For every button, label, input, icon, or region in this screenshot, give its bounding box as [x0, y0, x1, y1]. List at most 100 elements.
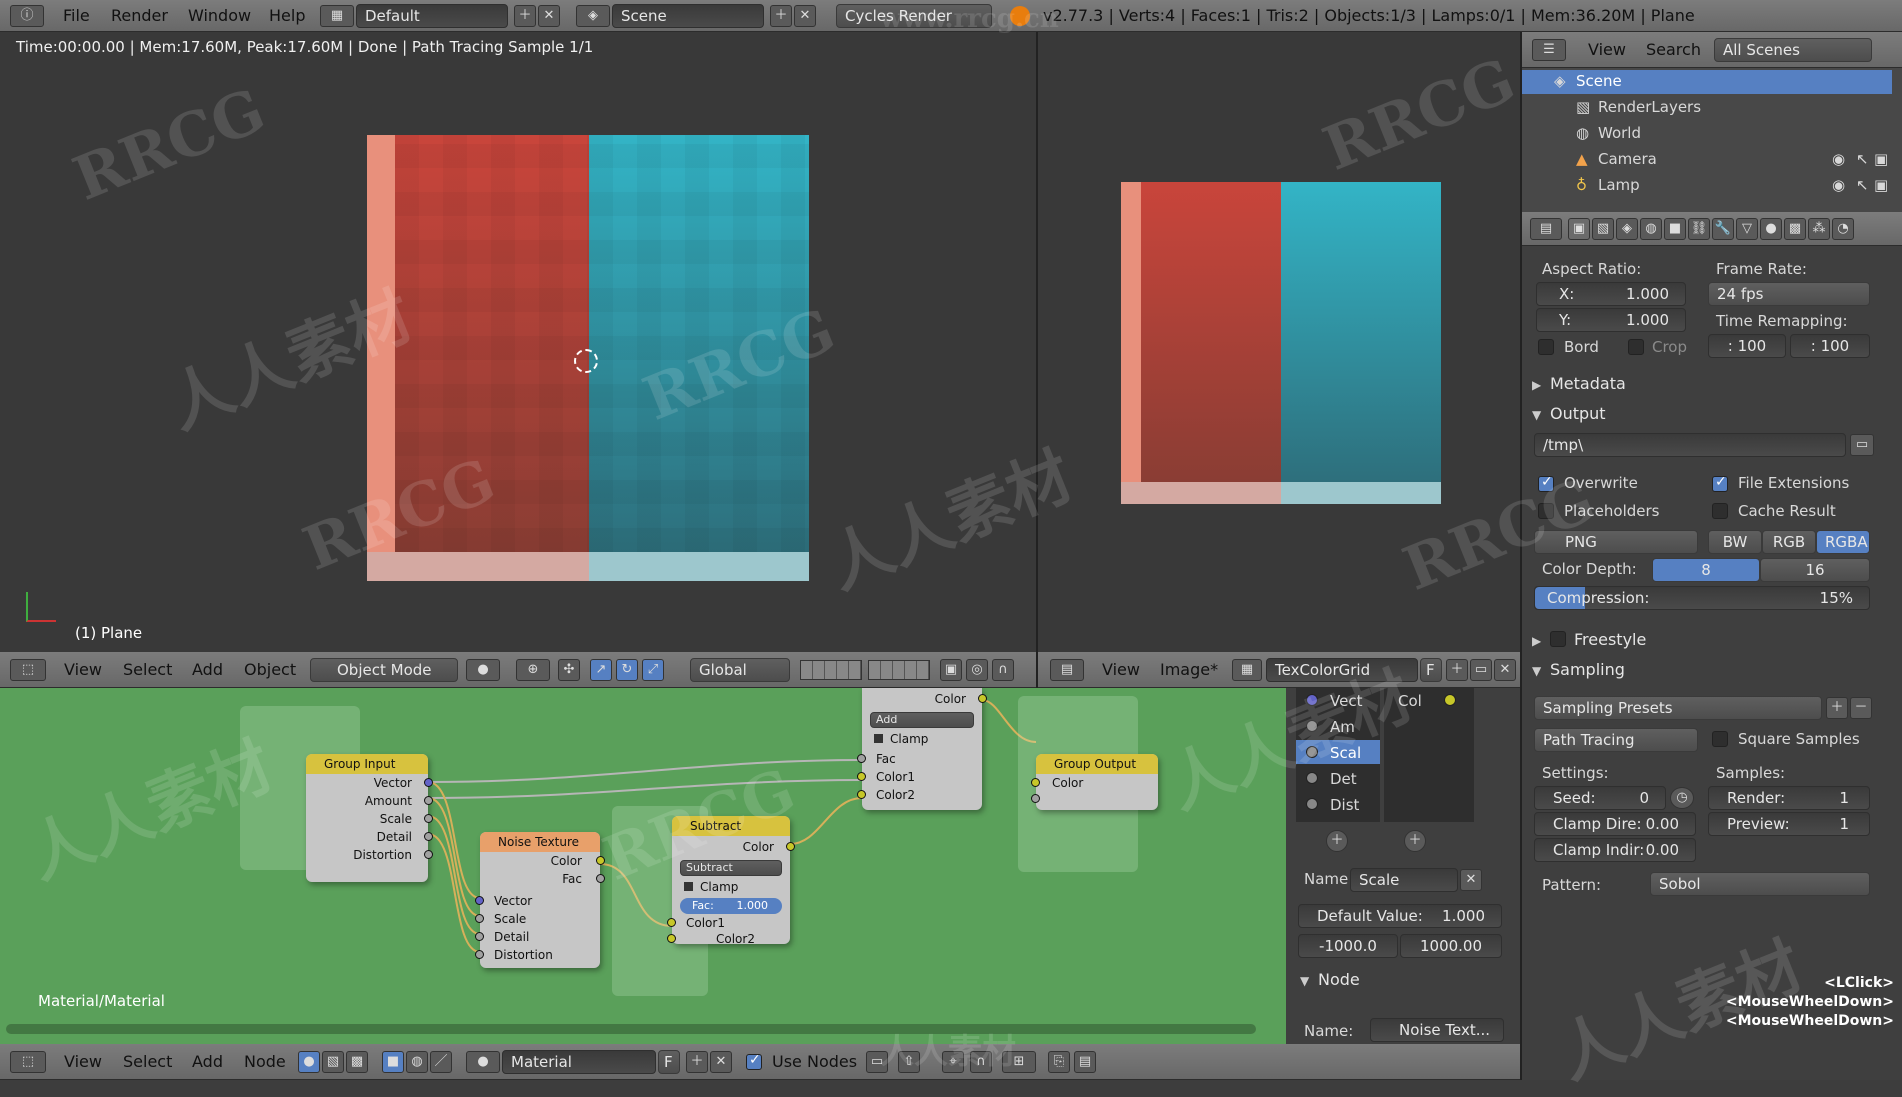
max-value-field[interactable]: 1000.00	[1400, 934, 1502, 958]
node-menu-add[interactable]: Add	[192, 1046, 223, 1078]
color-depth-8[interactable]: 8	[1652, 558, 1760, 582]
min-value-field[interactable]: -1000.0	[1298, 934, 1398, 958]
close-layout-icon[interactable]: ✕	[538, 5, 560, 27]
snap-node-icon[interactable]: ⌖	[942, 1051, 964, 1073]
rotate-icon[interactable]: ↻	[616, 659, 638, 681]
menu-render[interactable]: Render	[111, 0, 168, 32]
interface-outputs-list[interactable]: Col	[1384, 688, 1474, 822]
scene-tab-icon[interactable]: ◈	[1616, 218, 1638, 240]
freestyle-panel-header[interactable]: ▶ Freestyle	[1532, 630, 1822, 654]
interface-input-label[interactable]: Scal	[1330, 744, 1361, 762]
shading-icon[interactable]: ●	[466, 659, 500, 681]
backdrop-icon[interactable]: ▭	[866, 1051, 888, 1073]
node-socket[interactable]	[475, 950, 484, 959]
material-fake-user-button[interactable]: F	[658, 1050, 680, 1074]
render-samples-field[interactable]: Render: 1	[1708, 786, 1870, 810]
overwrite-checkbox[interactable]	[1538, 474, 1554, 492]
node-subtract[interactable]: Subtract Color Subtract Clamp Fac: 1.000…	[667, 816, 795, 946]
snap-element-icon[interactable]: ∩	[970, 1051, 992, 1073]
snap-icon[interactable]: ∩	[992, 659, 1014, 681]
data-tab-icon[interactable]: ▽	[1736, 218, 1758, 240]
layers-grid[interactable]	[800, 660, 862, 680]
clear-name-icon[interactable]: ✕	[1460, 869, 1482, 891]
scale-icon[interactable]: ⤢	[642, 659, 664, 681]
object-shader-icon[interactable]: ■	[382, 1051, 404, 1073]
time-remap-new-field[interactable]: : 100	[1790, 334, 1870, 358]
snap-mode-icon[interactable]: ⊞	[1002, 1051, 1036, 1073]
line-style-icon[interactable]: ／	[430, 1051, 452, 1073]
node-socket[interactable]	[978, 694, 987, 703]
constraints-tab-icon[interactable]: ⛓	[1688, 218, 1710, 240]
image-close-icon[interactable]: ✕	[1494, 659, 1516, 681]
node-group-output[interactable]: Group Output Color	[1031, 754, 1158, 810]
node-socket[interactable]	[424, 778, 433, 787]
node-socket[interactable]	[1031, 794, 1040, 803]
clamp-checkbox[interactable]	[684, 882, 693, 891]
unlink-material-icon[interactable]: ✕	[710, 1051, 732, 1073]
viewport-menu-view[interactable]: View	[64, 654, 102, 686]
node-name-field[interactable]: Noise Text...	[1370, 1018, 1504, 1042]
outliner-row-world[interactable]: ◍ World	[1522, 122, 1892, 146]
socket-name-field[interactable]: Scale	[1350, 868, 1458, 892]
clamp-indirect-field[interactable]: Clamp Indir: 0.00	[1534, 838, 1696, 862]
image-browse-icon[interactable]: ▦	[1232, 659, 1262, 681]
freestyle-checkbox[interactable]	[1550, 631, 1566, 647]
lock-camera-icon[interactable]: ▣	[940, 659, 962, 681]
manipulator-icon[interactable]: ✣	[558, 659, 580, 681]
viewport-menu-select[interactable]: Select	[123, 654, 172, 686]
node-noise-texture[interactable]: Noise Texture Color Fac Vector Scale Det…	[475, 832, 605, 968]
interface-input-label[interactable]: Dist	[1330, 796, 1359, 814]
node-socket[interactable]	[475, 896, 484, 905]
scene-icon[interactable]: ◈	[576, 5, 610, 27]
metadata-panel-header[interactable]: ▶ Metadata	[1532, 374, 1822, 398]
interface-output-label[interactable]: Col	[1398, 692, 1422, 710]
crop-checkbox[interactable]	[1628, 339, 1644, 355]
proportional-icon[interactable]: ◎	[966, 659, 988, 681]
node-socket[interactable]	[667, 934, 676, 943]
object-tab-icon[interactable]: ■	[1664, 218, 1686, 240]
node-menu-select[interactable]: Select	[123, 1046, 172, 1078]
viewport-menu-add[interactable]: Add	[192, 654, 223, 686]
editor-type-icon[interactable]: ⬚	[10, 659, 46, 681]
image-menu-view[interactable]: View	[1102, 654, 1140, 686]
divider-vertical[interactable]	[1036, 32, 1038, 688]
outliner-menu-view[interactable]: View	[1588, 34, 1626, 66]
physics-tab-icon[interactable]: ◔	[1832, 218, 1854, 240]
texture-tab-icon[interactable]: ▩	[1784, 218, 1806, 240]
node-add[interactable]: Color Add Clamp Fac Color1 Color2	[857, 688, 987, 810]
node-socket[interactable]	[424, 796, 433, 805]
file-format-selector[interactable]: PNG	[1534, 530, 1698, 554]
material-tab-icon[interactable]: ●	[1760, 218, 1782, 240]
node-section-header[interactable]: ▼ Node	[1300, 970, 1360, 989]
color-mode-bw[interactable]: BW	[1708, 530, 1762, 554]
image-fake-user-button[interactable]: F	[1420, 658, 1442, 682]
preview-samples-field[interactable]: Preview: 1	[1708, 812, 1870, 836]
interface-input-label[interactable]: Am	[1330, 718, 1355, 736]
material-browse-icon[interactable]: ●	[466, 1051, 500, 1073]
add-material-icon[interactable]: ＋	[686, 1051, 708, 1073]
cache-result-checkbox[interactable]	[1712, 503, 1728, 519]
node-socket[interactable]	[596, 874, 605, 883]
node-socket[interactable]	[857, 772, 866, 781]
image-editor-type-icon[interactable]: ▤	[1050, 659, 1084, 681]
menu-help[interactable]: Help	[269, 0, 305, 32]
output-panel-header[interactable]: ▼ Output	[1532, 404, 1822, 428]
node-socket[interactable]	[475, 914, 484, 923]
placeholders-checkbox[interactable]	[1538, 503, 1554, 519]
square-samples-checkbox[interactable]	[1712, 731, 1728, 747]
layout-icon[interactable]: ▦	[320, 5, 354, 27]
image-open-icon[interactable]: ▭	[1470, 659, 1492, 681]
menu-window[interactable]: Window	[188, 0, 251, 32]
material-name-field[interactable]: Material	[502, 1050, 656, 1074]
node-socket[interactable]	[424, 814, 433, 823]
blend-mode-selector[interactable]: Add	[870, 712, 974, 728]
use-nodes-checkbox[interactable]	[746, 1052, 762, 1070]
frame-rate-selector[interactable]: 24 fps	[1708, 282, 1870, 306]
sampling-panel-header[interactable]: ▼ Sampling	[1532, 660, 1822, 684]
pattern-selector[interactable]: Sobol	[1650, 872, 1870, 896]
node-socket[interactable]	[667, 918, 676, 927]
border-checkbox[interactable]	[1538, 339, 1554, 355]
node-socket[interactable]	[475, 932, 484, 941]
node-menu-view[interactable]: View	[64, 1046, 102, 1078]
viewport-menu-object[interactable]: Object	[244, 654, 296, 686]
